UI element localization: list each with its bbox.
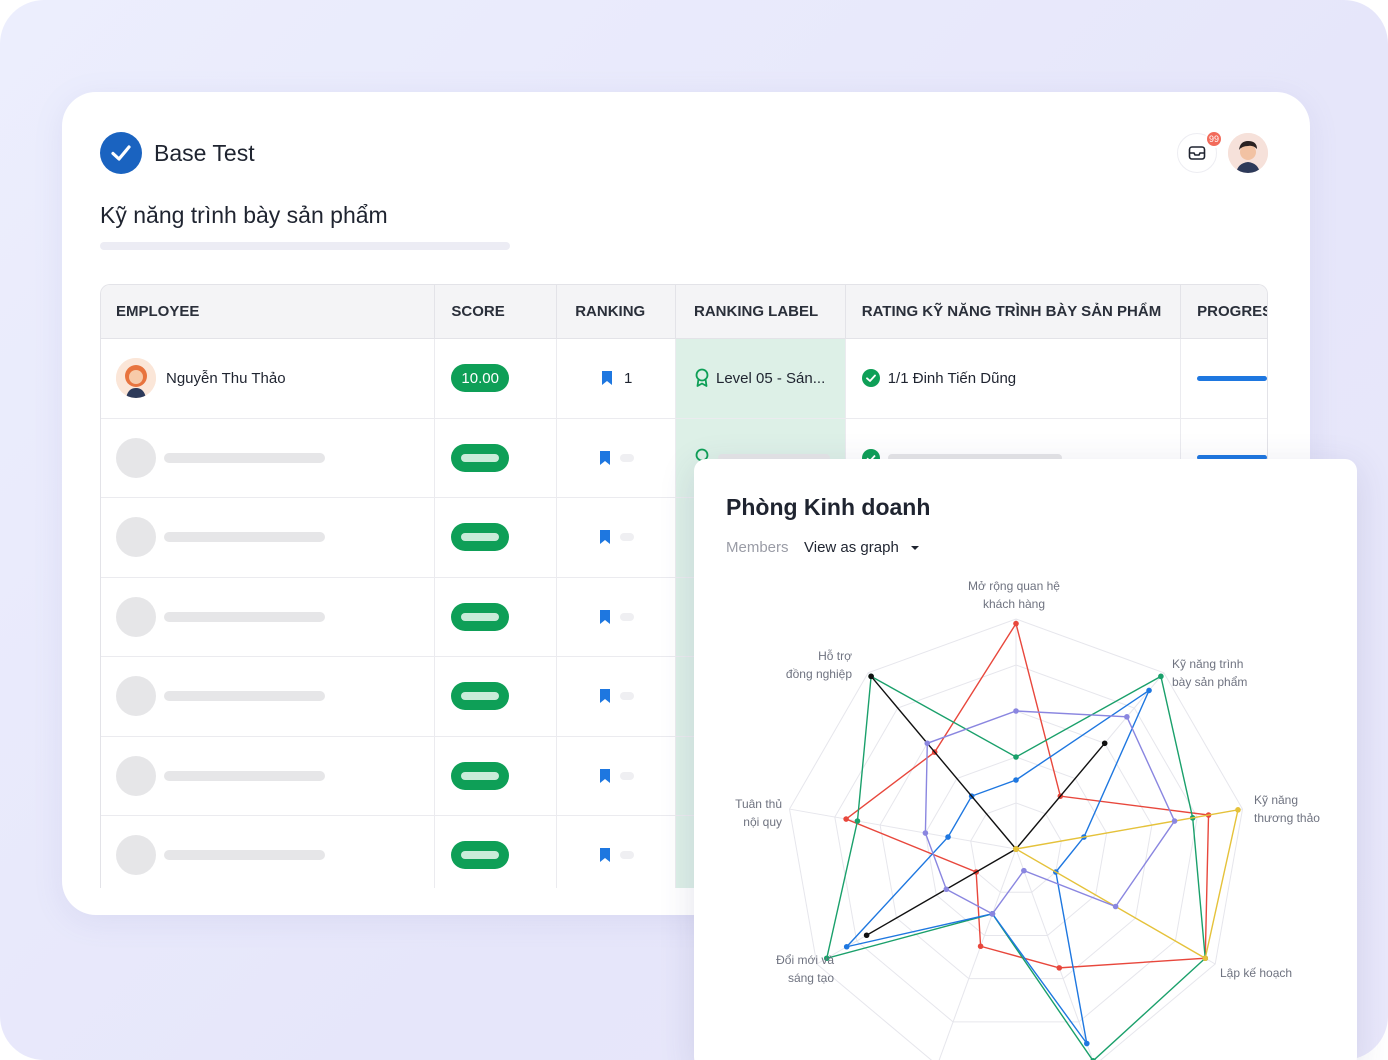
radar-point: [1146, 687, 1152, 694]
radar-point: [1013, 754, 1019, 760]
skeleton-text: [164, 611, 325, 622]
radar-axis-line: [1015, 848, 1094, 1060]
bookmark-icon: [600, 689, 611, 704]
radar-point: [1013, 846, 1019, 852]
radar-point: [863, 932, 870, 939]
check-logo-icon: [100, 132, 142, 174]
radar-point: [1013, 708, 1019, 714]
ranking-cell: 1: [557, 339, 676, 418]
radar-point: [989, 911, 996, 917]
skeleton-avatar: [116, 755, 156, 796]
score-badge: 10.00: [451, 364, 509, 393]
radar-point: [943, 886, 950, 893]
skeleton-avatar: [116, 596, 156, 637]
bookmark-icon: [600, 530, 611, 545]
skeleton-text: [164, 850, 325, 861]
bookmark-icon: [601, 371, 612, 386]
app-header: Base Test: [100, 132, 255, 174]
employee-name[interactable]: Nguyễn Thu Thảo: [166, 370, 286, 387]
progress-cell: [1181, 339, 1267, 418]
notification-badge: 99: [1205, 130, 1223, 148]
skeleton-avatar: [116, 676, 156, 717]
axis-label-innovation: Đổi mới và sáng tạo: [776, 953, 834, 985]
radar-series-line: [866, 675, 1106, 936]
col-ranking[interactable]: RANKING: [557, 285, 677, 338]
bookmark-icon: [600, 848, 611, 863]
radar-point: [977, 943, 984, 950]
skeleton-text: [164, 691, 325, 702]
radar-point: [1158, 673, 1164, 680]
radar-point: [1056, 965, 1063, 971]
rating-cell: 1/1 Đinh Tiến Dũng: [846, 339, 1182, 418]
ranking-number: 1: [623, 369, 633, 387]
employee-avatar: [116, 358, 156, 399]
bookmark-icon: [600, 450, 611, 465]
skeleton-avatar: [116, 517, 156, 558]
progress-bar: [1197, 375, 1267, 381]
radar-point: [1101, 740, 1108, 747]
col-rating[interactable]: RATING KỸ NĂNG TRÌNH BÀY SẢN PHẨM: [846, 285, 1182, 338]
rating-text: 1/1 Đinh Tiến Dũng: [887, 369, 1017, 387]
bookmark-icon: [600, 609, 611, 624]
check-circle-icon: [861, 369, 880, 388]
skeleton-text: [164, 452, 325, 463]
skeleton-score: [451, 682, 510, 711]
axis-label-negotiation: Kỹ năng thương thảo: [1254, 793, 1320, 825]
axis-label-peer-support: Hỗ trợ đồng nghiệp: [785, 649, 852, 681]
radar-point: [1013, 777, 1019, 783]
skeleton-avatar: [116, 437, 156, 478]
bookmark-icon: [600, 768, 611, 783]
axis-label-presentation: Kỹ năng trình bày sản phẩm: [1172, 657, 1248, 689]
employee-cell: Nguyễn Thu Thảo: [101, 339, 436, 418]
skeleton-score: [451, 602, 510, 631]
axis-label-compliance: Tuân thủ nội quy: [735, 797, 782, 829]
title-underline: [100, 242, 510, 250]
skeleton-score: [451, 523, 510, 552]
award-icon: [695, 368, 709, 388]
radar-point: [1171, 818, 1178, 824]
skeleton-score: [451, 761, 510, 790]
ranking-label-text: Level 05 - Sán...: [716, 369, 826, 387]
col-employee[interactable]: EMPLOYEE: [101, 285, 436, 338]
radar-point: [1124, 714, 1130, 720]
col-progress[interactable]: PROGRES: [1181, 285, 1267, 338]
radar-point: [924, 740, 931, 747]
radar-point: [1202, 955, 1209, 962]
radar-point: [922, 830, 929, 836]
table-row[interactable]: Nguyễn Thu Thảo 10.00 1 Level 05 - Sán..…: [101, 339, 1267, 419]
skeleton-text: [164, 770, 325, 781]
user-avatar[interactable]: [1228, 133, 1268, 173]
radar-point: [868, 673, 874, 680]
col-ranking-label[interactable]: RANKING LABEL: [676, 285, 846, 338]
radar-point: [843, 816, 849, 822]
radar-point: [1112, 903, 1119, 910]
skeleton-score: [451, 841, 510, 870]
table-header: EMPLOYEE SCORE RANKING RANKING LABEL RAT…: [101, 285, 1267, 339]
radar-point: [1021, 867, 1027, 874]
radar-point: [1013, 620, 1019, 627]
axis-label-planning: Lập kế hoạch: [1220, 966, 1293, 980]
radar-axis-line: [789, 808, 1017, 850]
radar-series-line: [1013, 808, 1239, 960]
col-score[interactable]: SCORE: [435, 285, 558, 338]
ranking-label-cell: Level 05 - Sán...: [676, 339, 846, 418]
radar-point: [854, 818, 861, 824]
radar-point: [1235, 807, 1241, 813]
graph-card: Phòng Kinh doanh Members View as graph M…: [694, 459, 1357, 1060]
radar-point: [1083, 1040, 1090, 1047]
skeleton-score: [451, 443, 510, 472]
page-title: Kỹ năng trình bày sản phẩm: [100, 202, 388, 228]
radar-point: [843, 943, 850, 950]
skeleton-avatar: [116, 835, 156, 876]
app-name: Base Test: [154, 139, 255, 166]
score-cell: 10.00: [435, 339, 558, 418]
axis-label-customer-relations: Mở rộng quan hệ khách hàng: [968, 579, 1060, 611]
inbox-icon: [1188, 146, 1206, 160]
skeleton-text: [164, 532, 325, 543]
radar-point: [945, 834, 951, 840]
